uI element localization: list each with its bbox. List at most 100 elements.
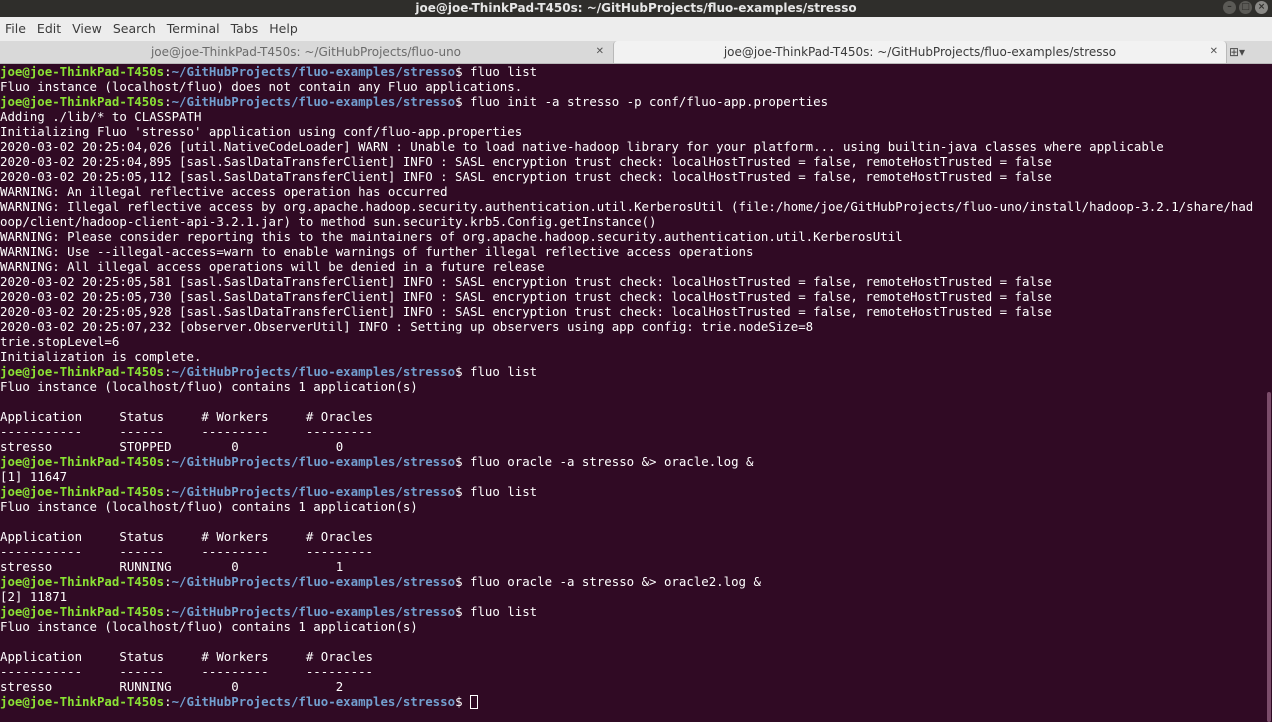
prompt-path: ~/GitHubProjects/fluo-examples/stresso — [171, 364, 456, 379]
prompt-dollar: $ — [455, 364, 470, 379]
window-controls: – □ × — [1223, 1, 1268, 14]
output-text: 2020-03-02 20:25:04,026 [util.NativeCode… — [0, 139, 1164, 154]
window-title: joe@joe-ThinkPad-T450s: ~/GitHubProjects… — [415, 1, 857, 15]
scrollbar[interactable] — [1266, 64, 1272, 722]
maximize-icon[interactable]: □ — [1239, 1, 1252, 14]
output-line: oop/client/hadoop-client-api-3.2.1.jar) … — [0, 214, 1266, 229]
prompt-separator: : — [164, 364, 172, 379]
output-text: Fluo instance (localhost/fluo) does not … — [0, 79, 523, 94]
output-text: 2020-03-02 20:25:05,112 [sasl.SaslDataTr… — [0, 169, 1052, 184]
command-text: fluo list — [470, 64, 538, 79]
command-text: fluo init -a stresso -p conf/fluo-app.pr… — [470, 94, 829, 109]
output-text: WARNING: An illegal reflective access op… — [0, 184, 448, 199]
prompt-separator: : — [164, 694, 172, 709]
output-line: stresso RUNNING 0 2 — [0, 679, 1266, 694]
command-text: fluo list — [470, 604, 538, 619]
output-line: Fluo instance (localhost/fluo) contains … — [0, 379, 1266, 394]
tab-fluo-uno[interactable]: joe@joe-ThinkPad-T450s: ~/GitHubProjects… — [0, 41, 612, 63]
output-text: Fluo instance (localhost/fluo) contains … — [0, 619, 418, 634]
terminal-output[interactable]: joe@joe-ThinkPad-T450s:~/GitHubProjects/… — [0, 64, 1266, 722]
output-text: 2020-03-02 20:25:07,232 [observer.Observ… — [0, 319, 814, 334]
prompt-line: joe@joe-ThinkPad-T450s:~/GitHubProjects/… — [0, 484, 1266, 499]
output-text: stresso RUNNING 0 1 — [0, 559, 344, 574]
prompt-user: joe@joe-ThinkPad-T450s — [0, 604, 165, 619]
output-text: 2020-03-02 20:25:05,730 [sasl.SaslDataTr… — [0, 289, 1052, 304]
prompt-line: joe@joe-ThinkPad-T450s:~/GitHubProjects/… — [0, 364, 1266, 379]
command-text: fluo oracle -a stresso &> oracle2.log & — [470, 574, 761, 589]
output-text: Fluo instance (localhost/fluo) contains … — [0, 499, 418, 514]
prompt-path: ~/GitHubProjects/fluo-examples/stresso — [171, 604, 456, 619]
title-bar: joe@joe-ThinkPad-T450s: ~/GitHubProjects… — [0, 0, 1272, 17]
tab-close-icon[interactable]: ✕ — [596, 41, 604, 63]
output-text: WARNING: Use --illegal-access=warn to en… — [0, 244, 754, 259]
output-line: Initializing Fluo 'stresso' application … — [0, 124, 1266, 139]
tab-stresso[interactable]: joe@joe-ThinkPad-T450s: ~/GitHubProjects… — [613, 41, 1227, 63]
output-line: 2020-03-02 20:25:05,928 [sasl.SaslDataTr… — [0, 304, 1266, 319]
prompt-separator: : — [164, 604, 172, 619]
output-line: Initialization is complete. — [0, 349, 1266, 364]
output-text: trie.stopLevel=6 — [0, 334, 120, 349]
prompt-line: joe@joe-ThinkPad-T450s:~/GitHubProjects/… — [0, 64, 1266, 79]
new-tab-icon[interactable]: ⊞▾ — [1222, 41, 1252, 63]
tab-label: joe@joe-ThinkPad-T450s: ~/GitHubProjects… — [723, 45, 1117, 59]
prompt-separator: : — [164, 64, 172, 79]
minimize-icon[interactable]: – — [1223, 1, 1236, 14]
output-text: WARNING: Illegal reflective access by or… — [0, 199, 1254, 214]
menu-tabs[interactable]: Tabs — [226, 17, 265, 41]
prompt-path: ~/GitHubProjects/fluo-examples/stresso — [171, 484, 456, 499]
prompt-user: joe@joe-ThinkPad-T450s — [0, 484, 165, 499]
tab-close-icon[interactable]: ✕ — [1210, 41, 1218, 63]
output-line: WARNING: An illegal reflective access op… — [0, 184, 1266, 199]
output-text: Application Status # Workers # Oracles — [0, 409, 373, 424]
output-text: [1] 11647 — [0, 469, 68, 484]
prompt-dollar: $ — [455, 484, 470, 499]
output-line: 2020-03-02 20:25:07,232 [observer.Observ… — [0, 319, 1266, 334]
output-line: stresso STOPPED 0 0 — [0, 439, 1266, 454]
prompt-separator: : — [164, 574, 172, 589]
output-line: 2020-03-02 20:25:05,112 [sasl.SaslDataTr… — [0, 169, 1266, 184]
prompt-user: joe@joe-ThinkPad-T450s — [0, 454, 165, 469]
close-icon[interactable]: × — [1255, 1, 1268, 14]
prompt-line: joe@joe-ThinkPad-T450s:~/GitHubProjects/… — [0, 694, 1266, 709]
tab-label: joe@joe-ThinkPad-T450s: ~/GitHubProjects… — [150, 45, 462, 59]
prompt-path: ~/GitHubProjects/fluo-examples/stresso — [171, 574, 456, 589]
prompt-separator: : — [164, 94, 172, 109]
output-line: WARNING: Use --illegal-access=warn to en… — [0, 244, 1266, 259]
output-text: [2] 11871 — [0, 589, 68, 604]
menu-terminal[interactable]: Terminal — [162, 17, 226, 41]
prompt-path: ~/GitHubProjects/fluo-examples/stresso — [171, 454, 456, 469]
output-line: Application Status # Workers # Oracles — [0, 409, 1266, 424]
output-line: 2020-03-02 20:25:05,730 [sasl.SaslDataTr… — [0, 289, 1266, 304]
output-line: Fluo instance (localhost/fluo) does not … — [0, 79, 1266, 94]
menu-bar: File Edit View Search Terminal Tabs Help — [0, 17, 1272, 41]
menu-file[interactable]: File — [0, 17, 32, 41]
output-text: 2020-03-02 20:25:04,895 [sasl.SaslDataTr… — [0, 154, 1052, 169]
prompt-line: joe@joe-ThinkPad-T450s:~/GitHubProjects/… — [0, 94, 1266, 109]
scrollbar-thumb[interactable] — [1267, 392, 1271, 722]
output-text: Adding ./lib/* to CLASSPATH — [0, 109, 202, 124]
prompt-user: joe@joe-ThinkPad-T450s — [0, 574, 165, 589]
output-line: stresso RUNNING 0 1 — [0, 559, 1266, 574]
menu-edit[interactable]: Edit — [32, 17, 67, 41]
output-line: Fluo instance (localhost/fluo) contains … — [0, 499, 1266, 514]
output-line: ----------- ------ --------- --------- — [0, 424, 1266, 439]
output-line: [1] 11647 — [0, 469, 1266, 484]
output-line: WARNING: Illegal reflective access by or… — [0, 199, 1266, 214]
command-text: fluo list — [470, 484, 538, 499]
output-text: oop/client/hadoop-client-api-3.2.1.jar) … — [0, 214, 657, 229]
prompt-path: ~/GitHubProjects/fluo-examples/stresso — [171, 64, 456, 79]
terminal-window: joe@joe-ThinkPad-T450s: ~/GitHubProjects… — [0, 0, 1272, 722]
prompt-dollar: $ — [455, 604, 470, 619]
menu-help[interactable]: Help — [264, 17, 304, 41]
prompt-path: ~/GitHubProjects/fluo-examples/stresso — [171, 694, 456, 709]
output-line: 2020-03-02 20:25:05,581 [sasl.SaslDataTr… — [0, 274, 1266, 289]
output-line: Adding ./lib/* to CLASSPATH — [0, 109, 1266, 124]
output-line: trie.stopLevel=6 — [0, 334, 1266, 349]
text-cursor[interactable] — [470, 695, 478, 709]
output-line: [2] 11871 — [0, 589, 1266, 604]
output-text: stresso STOPPED 0 0 — [0, 439, 344, 454]
output-line: 2020-03-02 20:25:04,026 [util.NativeCode… — [0, 139, 1266, 154]
menu-view[interactable]: View — [67, 17, 108, 41]
menu-search[interactable]: Search — [108, 17, 162, 41]
